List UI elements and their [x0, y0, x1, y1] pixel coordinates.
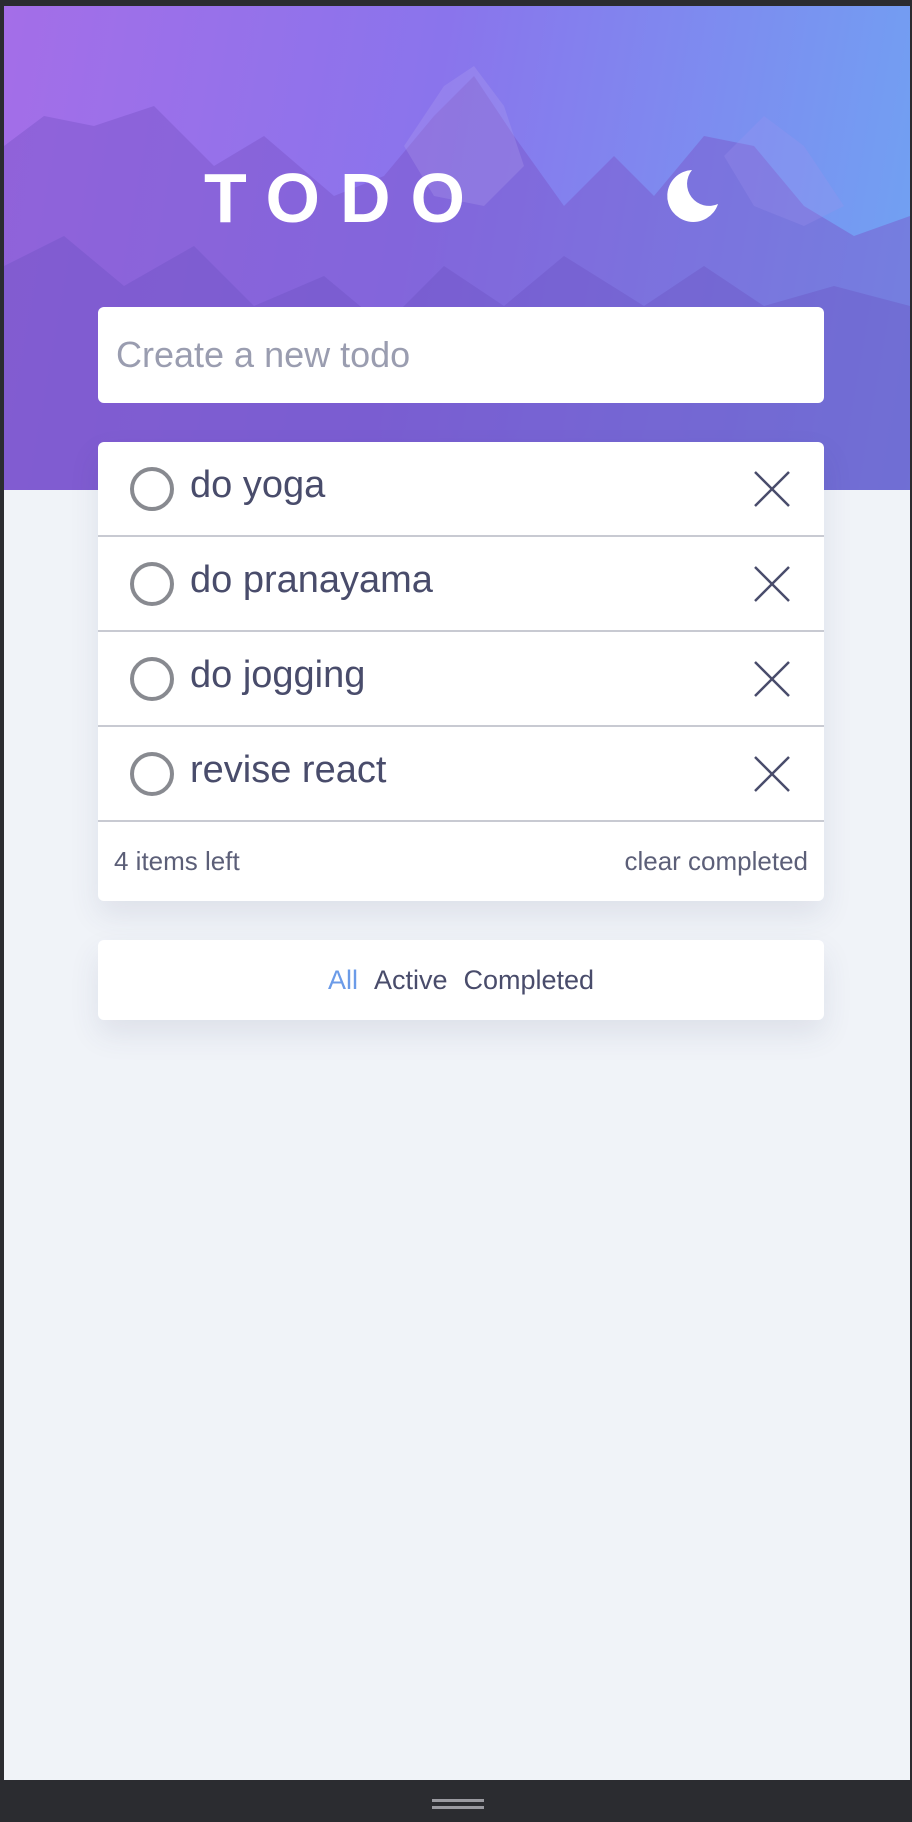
complete-checkbox[interactable] — [130, 752, 174, 796]
todo-item: revise react — [98, 727, 824, 822]
filter-completed[interactable]: Completed — [463, 965, 594, 996]
clear-completed-button[interactable]: clear completed — [624, 846, 808, 877]
delete-button[interactable] — [752, 469, 792, 509]
theme-toggle-button[interactable] — [662, 166, 722, 226]
todo-item: do yoga — [98, 442, 824, 537]
todo-text[interactable]: revise react — [190, 749, 386, 792]
close-icon — [754, 471, 790, 507]
complete-checkbox[interactable] — [130, 467, 174, 511]
items-left-count: 4 items left — [114, 846, 240, 876]
app-frame: TODO do yoga do pranayama — [4, 6, 910, 1780]
delete-button[interactable] — [752, 564, 792, 604]
todo-item: do pranayama — [98, 537, 824, 632]
todo-text[interactable]: do yoga — [190, 464, 325, 507]
header-background: TODO — [4, 6, 910, 490]
close-icon — [754, 661, 790, 697]
filter-all[interactable]: All — [328, 965, 358, 996]
list-footer: 4 items left clear completed — [98, 822, 824, 901]
moon-icon — [667, 170, 718, 222]
todo-list: do yoga do pranayama do jogging revise r… — [98, 442, 824, 901]
filter-active[interactable]: Active — [374, 965, 448, 996]
drag-handle-icon[interactable] — [432, 1799, 484, 1809]
todo-text[interactable]: do pranayama — [190, 559, 433, 602]
complete-checkbox[interactable] — [130, 562, 174, 606]
filter-bar: All Active Completed — [98, 940, 824, 1020]
close-icon — [754, 566, 790, 602]
complete-checkbox[interactable] — [130, 657, 174, 701]
mountain-background-image — [4, 66, 910, 490]
bottom-bar — [0, 1780, 912, 1822]
todo-text[interactable]: do jogging — [190, 654, 365, 697]
close-icon — [754, 756, 790, 792]
delete-button[interactable] — [752, 659, 792, 699]
new-todo-input[interactable] — [98, 307, 824, 403]
delete-button[interactable] — [752, 754, 792, 794]
todo-item: do jogging — [98, 632, 824, 727]
app-title: TODO — [204, 159, 485, 237]
